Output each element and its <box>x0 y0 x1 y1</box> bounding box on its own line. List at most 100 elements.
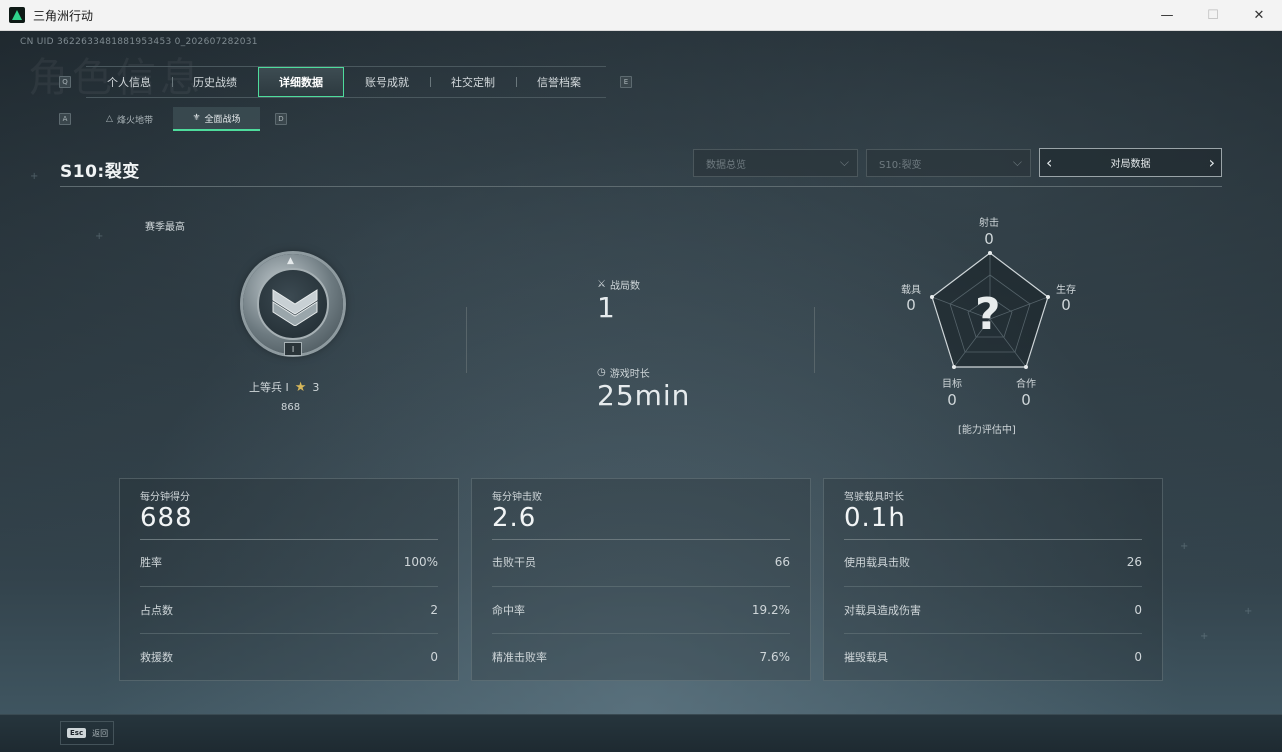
decor-plus-icon: + <box>1180 541 1189 552</box>
maximize-button[interactable]: ☐ <box>1190 0 1236 31</box>
tab-personal-info[interactable]: 个人信息 <box>86 67 172 97</box>
tab-social-customization[interactable]: 社交定制 <box>430 67 516 97</box>
rank-stars-count: 3 <box>312 380 320 394</box>
matches-label: ⚔ 战局数 <box>597 279 640 292</box>
tab-mode-extraction[interactable]: △ 烽火地带 <box>86 107 173 131</box>
card-head-value: 688 <box>140 503 193 533</box>
tab-mode-warfare-label: 全面战场 <box>204 114 241 125</box>
window-title: 三角洲行动 <box>33 8 94 23</box>
stat-row-value: 0 <box>1134 603 1142 617</box>
data-type-dropdown-value: 数据总览 <box>706 159 746 171</box>
radar-survival-value: 0 <box>1061 296 1071 314</box>
card-head-label: 每分钟得分 <box>140 492 190 503</box>
data-type-dropdown[interactable]: 数据总览 ⌵ <box>693 149 858 177</box>
decor-plus-icon: + <box>1200 631 1209 642</box>
radar-coop-value: 0 <box>1021 391 1031 409</box>
extraction-mode-icon: △ <box>106 114 113 124</box>
playtime-label: ◷ 游戏时长 <box>597 367 650 380</box>
tab-history-record[interactable]: 历史战绩 <box>172 67 258 97</box>
stat-row-label: 救援数 <box>140 651 173 664</box>
minimize-button[interactable]: — <box>1144 0 1190 31</box>
clock-icon: ◷ <box>597 367 606 378</box>
season-title: S10:裂变 <box>60 162 140 182</box>
section-divider <box>814 307 815 373</box>
close-button[interactable]: ✕ <box>1236 0 1282 31</box>
bottom-bar <box>0 714 1282 752</box>
stat-row-value: 26 <box>1126 555 1142 569</box>
radar-vehicle-value: 0 <box>906 296 916 314</box>
decor-plus-icon: + <box>1244 606 1253 617</box>
stat-row: 对载具造成伤害 0 <box>844 600 1142 620</box>
radar-coop-label: 合作 <box>1016 379 1036 390</box>
stat-row: 命中率 19.2% <box>492 600 790 620</box>
star-icon: ★ <box>294 379 307 395</box>
season-dropdown[interactable]: S10:裂变 ⌵ <box>866 149 1031 177</box>
radar-survival-label: 生存 <box>1056 285 1076 296</box>
stat-row-label: 击败干员 <box>492 556 536 569</box>
season-dropdown-value: S10:裂变 <box>879 159 922 171</box>
radar-shooting-label: 射击 <box>979 218 999 229</box>
tab-mode-warfare[interactable]: ⚜ 全面战场 <box>173 107 260 131</box>
stat-row: 胜率 100% <box>140 552 438 572</box>
stat-row-label: 精准击败率 <box>492 651 547 664</box>
window-controls: — ☐ ✕ <box>1144 0 1282 31</box>
stat-row: 使用载具击败 26 <box>844 552 1142 572</box>
stat-row-value: 0 <box>430 650 438 664</box>
vehicle-stats-card: 驾驶载具时长 0.1h 使用载具击败 26 对载具造成伤害 0 摧毁载具 0 <box>823 478 1163 681</box>
radar-placeholder-icon: ? <box>975 289 1001 340</box>
rank-tier-roman: I <box>284 342 302 356</box>
playtime-value: 25min <box>597 379 691 412</box>
radar-shooting-value: 0 <box>984 230 994 248</box>
chevron-down-icon: ⌵ <box>839 155 849 169</box>
key-hint-d: D <box>275 113 287 125</box>
chevron-right-icon[interactable]: › <box>1209 153 1215 172</box>
season-best-label: 赛季最高 <box>145 222 185 233</box>
stat-row: 击败干员 66 <box>492 552 790 572</box>
stat-row: 精准击败率 7.6% <box>492 647 790 667</box>
radar-objective-label: 目标 <box>942 379 962 390</box>
card-head-value: 0.1h <box>844 503 906 533</box>
back-button[interactable]: Esc 返回 <box>60 721 114 745</box>
user-uid: CN UID 3622633481881953453 0_20260728203… <box>20 37 258 47</box>
key-hint-e: E <box>620 76 632 88</box>
chevron-down-icon: ⌵ <box>1012 155 1022 169</box>
card-head-label: 每分钟击败 <box>492 492 542 503</box>
tab-credit-file[interactable]: 信誉档案 <box>516 67 602 97</box>
card-head-label: 驾驶载具时长 <box>844 492 904 503</box>
warfare-mode-icon: ⚜ <box>192 113 201 123</box>
rank-badge-icon: ▲ I <box>243 254 343 356</box>
stat-row-value: 66 <box>774 555 790 569</box>
radar-evaluating-note: [能力评估中] <box>958 425 1016 436</box>
card-head-value: 2.6 <box>492 503 537 533</box>
back-label: 返回 <box>92 728 109 738</box>
decor-plus-icon: + <box>95 231 104 242</box>
key-hint-a: A <box>59 113 71 125</box>
chevron-left-icon[interactable]: ‹ <box>1046 153 1052 172</box>
matches-value: 1 <box>597 291 616 324</box>
game-viewport: 角色信息 CN UID 3622633481881953453 0_202607… <box>0 31 1282 714</box>
mode-tab-bar: △ 烽火地带 ⚜ 全面战场 <box>86 107 260 131</box>
season-divider <box>60 186 1222 187</box>
stat-row-value: 0 <box>1134 650 1142 664</box>
score-stats-card: 每分钟得分 688 胜率 100% 占点数 2 救援数 0 <box>119 478 459 681</box>
stat-row-label: 对载具造成伤害 <box>844 604 921 617</box>
kill-stats-card: 每分钟击败 2.6 击败干员 66 命中率 19.2% 精准击败率 7.6% <box>471 478 811 681</box>
app-logo-icon <box>9 7 25 23</box>
rank-name: 上等兵 I <box>249 381 289 394</box>
chevron-rank-icon <box>272 289 318 326</box>
pager-label: 对局数据 <box>1110 159 1151 170</box>
stat-row-value: 7.6% <box>759 650 791 664</box>
tab-detailed-data[interactable]: 详细数据 <box>258 67 344 97</box>
stat-row-label: 摧毁载具 <box>844 651 888 664</box>
stat-row-label: 胜率 <box>140 556 162 569</box>
stat-row: 占点数 2 <box>140 600 438 620</box>
radar-objective-value: 0 <box>947 391 957 409</box>
stat-row-value: 100% <box>403 555 438 569</box>
tab-account-achievements[interactable]: 账号成就 <box>344 67 430 97</box>
window-titlebar: 三角洲行动 — ☐ ✕ <box>0 0 1282 31</box>
decor-plus-icon: + <box>30 171 39 182</box>
stat-row-label: 使用载具击败 <box>844 556 910 569</box>
tab-mode-extraction-label: 烽火地带 <box>116 115 153 126</box>
esc-key-icon: Esc <box>67 728 87 738</box>
stat-row-label: 占点数 <box>140 604 173 617</box>
